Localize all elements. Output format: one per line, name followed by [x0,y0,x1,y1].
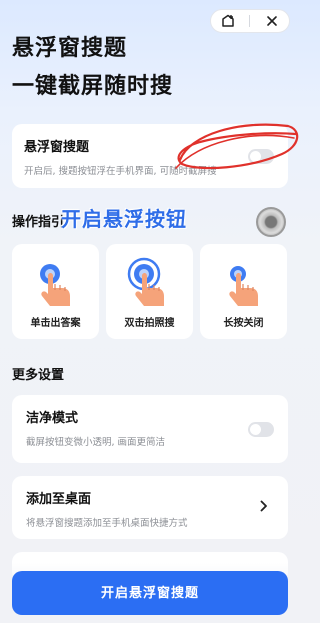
float-window-card: 悬浮窗搜题 开启后, 搜题按钮浮在手机界面, 可随时截屏搜 [12,124,288,188]
float-window-description: 开启后, 搜题按钮浮在手机界面, 可随时截屏搜 [24,166,217,177]
add-to-home-icon [222,14,234,27]
operations-section-title: 操作指引 [12,215,65,230]
chevron-right-icon [260,500,267,512]
capsule-divider [249,15,251,27]
clean-mode-card: 洁净模式 截屏按钮变微小透明, 画面更简洁 [12,395,288,463]
overlay-caption: 开启悬浮按钮 [61,207,187,231]
switch-knob [250,424,261,435]
page-title: 悬浮窗搜题 [12,36,128,61]
clean-mode-title: 洁净模式 [26,411,79,426]
operation-label: 长按关闭 [223,318,264,329]
more-settings-title: 更多设置 [12,368,65,383]
enable-float-window-button[interactable]: 开启悬浮窗搜题 [12,571,288,615]
close-icon [267,16,277,26]
operation-card-long-press: 长按关闭 [200,244,287,339]
clean-mode-description: 截屏按钮变微小透明, 画面更简洁 [26,437,166,448]
page-subtitle: 一键截屏随时搜 [12,74,174,99]
add-to-desktop-card[interactable]: 添加至桌面 将悬浮窗搜题添加至手机桌面快捷方式 [12,476,288,539]
add-to-home-button[interactable] [216,11,240,31]
close-button[interactable] [260,11,284,31]
add-to-desktop-description: 将悬浮窗搜题添加至手机桌面快捷方式 [26,518,188,529]
operation-label: 双击拍照搜 [124,318,175,329]
floating-ball-icon [256,207,286,237]
float-window-switch[interactable] [248,149,274,164]
double-tap-icon [127,257,164,306]
operation-card-double-tap: 双击拍照搜 [106,244,193,339]
single-tap-icon [40,264,70,306]
mini-program-capsule [210,9,290,33]
operation-card-single-tap: 单击出答案 [12,244,99,339]
float-window-title: 悬浮窗搜题 [24,140,90,155]
switch-knob [250,151,261,162]
add-to-desktop-title: 添加至桌面 [26,492,92,507]
clean-mode-switch[interactable] [248,422,274,437]
hero-section: 悬浮窗搜题 一键截屏随时搜 [12,33,173,103]
long-press-icon [229,266,258,306]
operation-label: 单击出答案 [30,318,81,329]
